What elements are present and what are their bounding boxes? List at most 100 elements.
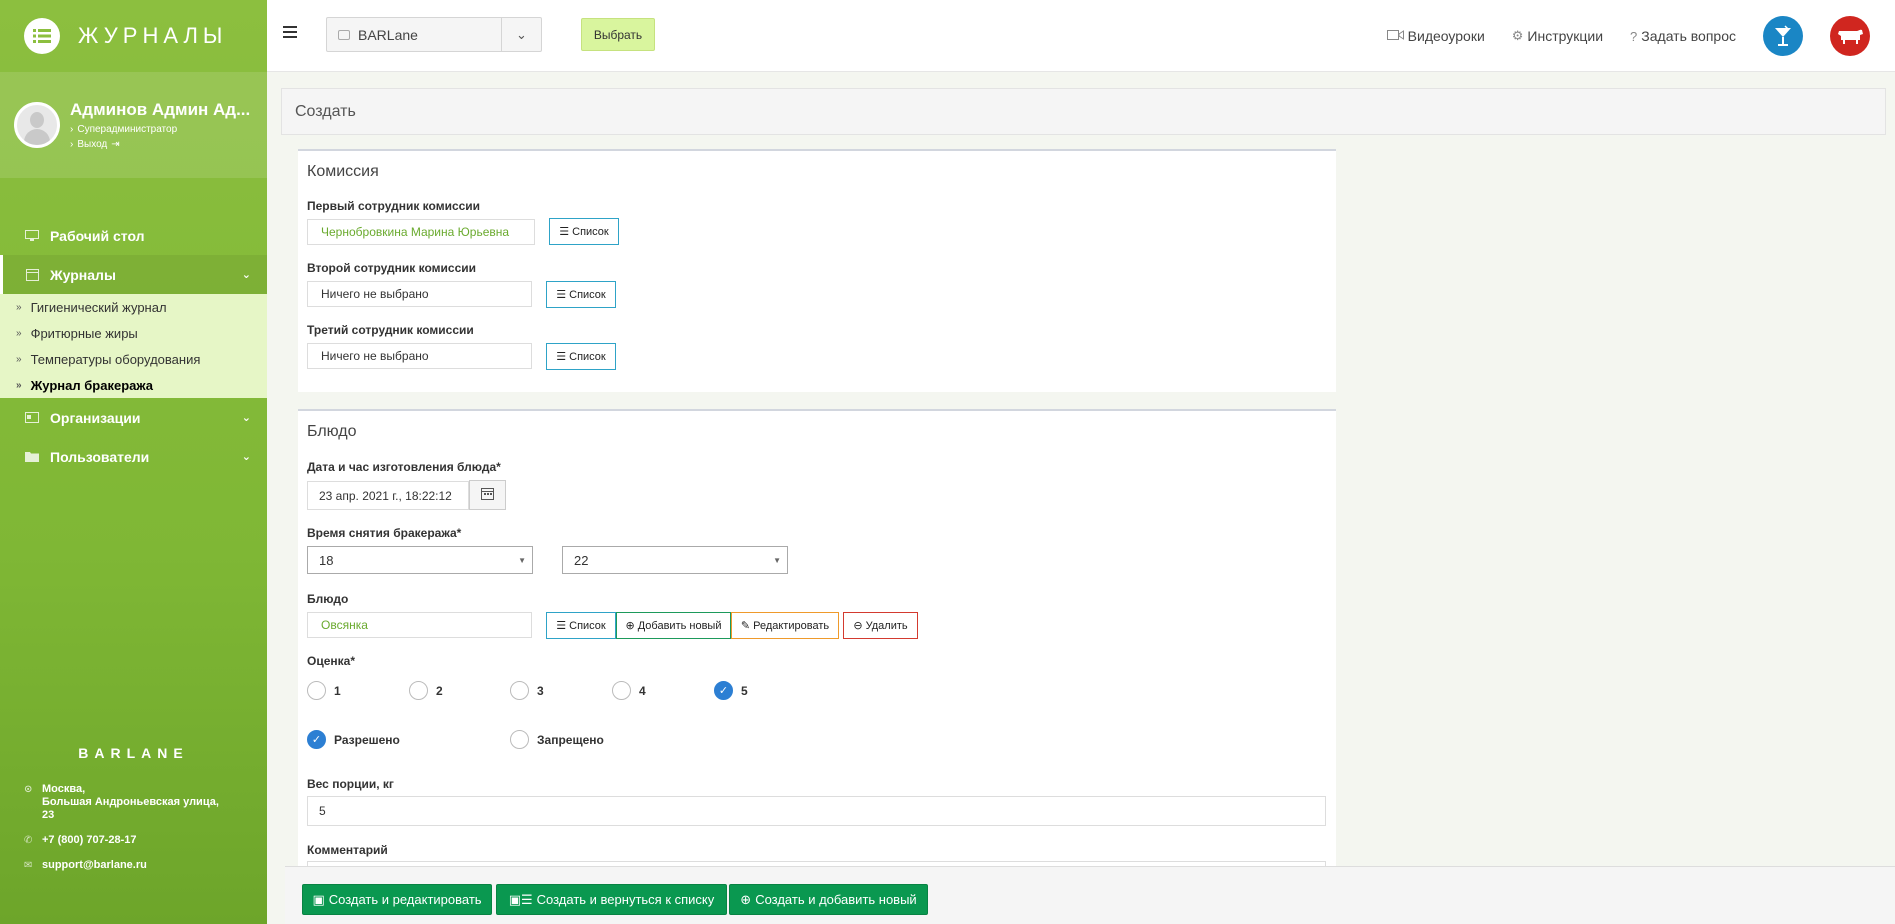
radio-circle[interactable] bbox=[409, 681, 428, 700]
edit-dish-button[interactable]: ✎ Редактировать bbox=[731, 612, 839, 639]
delete-dish-button[interactable]: ⊖ Удалить bbox=[843, 612, 918, 639]
check-icon[interactable]: ✓ bbox=[714, 681, 733, 700]
email-value[interactable]: support@barlane.ru bbox=[42, 859, 147, 872]
radio-label: 1 bbox=[334, 683, 341, 698]
first-member-list-button[interactable]: ☰ Список bbox=[549, 218, 619, 245]
time-label: Время снятия бракеража* bbox=[307, 526, 462, 540]
organization-select[interactable]: BARLane ⌄ bbox=[326, 17, 542, 52]
rating-option-2[interactable]: 2 bbox=[409, 681, 443, 700]
hamburger-menu-icon[interactable] bbox=[283, 26, 297, 41]
radio-circle[interactable] bbox=[307, 681, 326, 700]
user-name: Админов Админ Ад... bbox=[70, 100, 251, 119]
button-label: Список bbox=[569, 619, 606, 632]
check-icon[interactable]: ✓ bbox=[307, 730, 326, 749]
meat-module-button[interactable] bbox=[1830, 16, 1870, 56]
monitor-icon bbox=[24, 229, 40, 242]
map-pin-icon: ⊙ bbox=[24, 784, 33, 795]
submenu-item-brakerage[interactable]: » Журнал бракеража bbox=[0, 372, 267, 398]
sidebar-item-organizations[interactable]: Организации ⌄ bbox=[0, 398, 267, 437]
chevron-down-icon[interactable]: ⌄ bbox=[501, 18, 541, 51]
minus-circle-icon: ⊖ bbox=[853, 620, 863, 632]
instructions-link[interactable]: ⚙ Инструкции bbox=[1512, 28, 1603, 44]
sidebar-item-journals[interactable]: Журналы ⌄ bbox=[0, 255, 267, 294]
dish-field[interactable]: Овсянка bbox=[307, 612, 532, 638]
list-icon: ☰ bbox=[559, 226, 570, 238]
rating-label: Оценка* bbox=[307, 654, 355, 668]
list-icon: ☰ bbox=[556, 620, 567, 632]
calendar-button[interactable] bbox=[469, 480, 506, 510]
third-member-list-button[interactable]: ☰ Список bbox=[546, 343, 616, 370]
footer-brand: BARLANE bbox=[78, 745, 189, 761]
caret-down-icon: ▼ bbox=[773, 556, 781, 565]
rating-option-4[interactable]: 4 bbox=[612, 681, 646, 700]
logout-link[interactable]: › Выход ⇥ bbox=[70, 139, 250, 150]
second-member-label: Второй сотрудник комиссии bbox=[307, 261, 477, 275]
double-chevron-icon: » bbox=[16, 301, 22, 313]
gear-icon: ⚙ bbox=[1511, 28, 1524, 43]
minute-select[interactable]: 22 ▼ bbox=[562, 546, 788, 574]
save-icon: ▣ bbox=[312, 891, 325, 907]
list-logo-icon[interactable] bbox=[24, 18, 60, 54]
user-role-link[interactable]: › Суперадминистратор bbox=[70, 124, 250, 135]
submenu-label: Температуры оборудования bbox=[30, 351, 201, 367]
button-label: Редактировать bbox=[753, 619, 830, 632]
hour-select-value: 18 bbox=[319, 552, 334, 568]
second-member-field[interactable]: Ничего не выбрано bbox=[307, 281, 532, 307]
top-header: BARLane ⌄ Выбрать Видеоуроки ⚙ Инструкци… bbox=[267, 0, 1895, 72]
weight-label: Вес порции, кг bbox=[307, 777, 394, 791]
calendar-icon bbox=[24, 269, 40, 281]
ask-question-label: Задать вопрос bbox=[1641, 28, 1736, 44]
radio-circle[interactable] bbox=[612, 681, 631, 700]
first-member-field[interactable]: Чернобровкина Марина Юрьевна bbox=[307, 219, 535, 245]
button-label: Создать и редактировать bbox=[328, 892, 482, 907]
weight-field[interactable]: 5 bbox=[307, 796, 1326, 826]
create-and-return-button[interactable]: ▣☰ Создать и вернуться к списку bbox=[496, 884, 727, 915]
ask-question-link[interactable]: ? Задать вопрос bbox=[1630, 28, 1736, 44]
chevron-down-icon: ⌄ bbox=[241, 269, 251, 281]
save-list-icon: ▣☰ bbox=[508, 891, 533, 907]
dish-list-button[interactable]: ☰ Список bbox=[546, 612, 616, 639]
submenu-item-equipment-temps[interactable]: » Температуры оборудования bbox=[0, 346, 267, 372]
button-label: Список bbox=[572, 225, 609, 238]
video-lessons-link[interactable]: Видеоуроки bbox=[1386, 28, 1485, 44]
id-card-icon bbox=[24, 412, 40, 424]
radio-circle[interactable] bbox=[510, 681, 529, 700]
double-chevron-icon: » bbox=[16, 327, 22, 339]
datetime-field[interactable]: 23 апр. 2021 г., 18:22:12 bbox=[307, 481, 469, 510]
rating-option-5[interactable]: ✓ 5 bbox=[714, 681, 748, 700]
third-member-field[interactable]: Ничего не выбрано bbox=[307, 343, 532, 369]
second-member-list-button[interactable]: ☰ Список bbox=[546, 281, 616, 308]
create-and-add-new-button[interactable]: ⊕ Создать и добавить новый bbox=[729, 884, 928, 915]
address-line: Большая Андроньевская улица, bbox=[42, 796, 219, 808]
panel-title: Блюдо bbox=[307, 423, 357, 440]
video-lessons-label: Видеоуроки bbox=[1407, 28, 1485, 44]
plus-circle-icon: ⊕ bbox=[625, 620, 635, 632]
video-camera-icon bbox=[1386, 29, 1404, 44]
forbidden-option[interactable]: Запрещено bbox=[510, 730, 604, 749]
sidebar-item-desktop[interactable]: Рабочий стол bbox=[0, 216, 267, 255]
create-and-edit-button[interactable]: ▣ Создать и редактировать bbox=[302, 884, 492, 915]
bar-module-button[interactable] bbox=[1763, 16, 1803, 56]
question-circle-icon: ? bbox=[1630, 28, 1638, 44]
cocktail-icon bbox=[1775, 25, 1791, 46]
pencil-icon: ✎ bbox=[740, 620, 751, 632]
dish-label: Блюдо bbox=[307, 592, 349, 606]
instructions-label: Инструкции bbox=[1527, 28, 1604, 44]
allowed-option[interactable]: ✓ Разрешено bbox=[307, 730, 400, 749]
footer-email: ✉ support@barlane.ru bbox=[24, 859, 243, 872]
list-icon: ☰ bbox=[556, 289, 567, 301]
submenu-item-hygiene[interactable]: » Гигиенический журнал bbox=[0, 294, 267, 320]
button-label: Создать и добавить новый bbox=[755, 892, 917, 907]
logout-label: Выход bbox=[77, 139, 108, 150]
choose-button[interactable]: Выбрать bbox=[581, 18, 655, 51]
sidebar-item-users[interactable]: Пользователи ⌄ bbox=[0, 437, 267, 476]
rating-option-3[interactable]: 3 bbox=[510, 681, 544, 700]
rating-option-1[interactable]: 1 bbox=[307, 681, 341, 700]
radio-circle[interactable] bbox=[510, 730, 529, 749]
hour-select[interactable]: 18 ▼ bbox=[307, 546, 533, 574]
add-dish-button[interactable]: ⊕ Добавить новый bbox=[616, 612, 731, 639]
submenu-item-fryer-fats[interactable]: » Фритюрные жиры bbox=[0, 320, 267, 346]
avatar bbox=[14, 102, 60, 148]
calendar-icon bbox=[481, 487, 494, 503]
chevron-right-icon: › bbox=[70, 139, 74, 150]
